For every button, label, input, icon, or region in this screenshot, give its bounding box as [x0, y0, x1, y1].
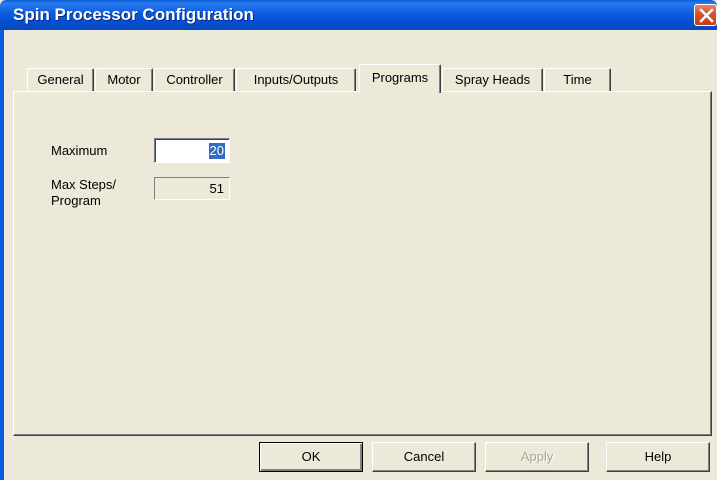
- max-steps-field: 51: [154, 177, 230, 200]
- ok-button-label: OK: [301, 449, 321, 464]
- max-steps-label-program: Program: [51, 193, 101, 208]
- cancel-button-label: Cancel: [403, 449, 445, 464]
- tab-spray-heads[interactable]: Spray Heads: [442, 68, 543, 92]
- ok-button[interactable]: OK: [259, 442, 363, 472]
- tab-time[interactable]: Time: [544, 68, 611, 92]
- help-button-label: Help: [644, 449, 672, 464]
- maximum-input[interactable]: 20: [154, 138, 230, 163]
- window-frame: [0, 30, 4, 480]
- close-icon: [699, 8, 714, 23]
- maximum-label: Maximum: [51, 143, 108, 158]
- tab-inputs-outputs[interactable]: Inputs/Outputs: [236, 68, 356, 92]
- tab-general[interactable]: General: [27, 68, 94, 92]
- programs-tab-panel: [13, 91, 712, 436]
- cancel-button[interactable]: Cancel: [372, 442, 476, 472]
- maximum-value: 20: [208, 143, 225, 159]
- title-bar[interactable]: Spin Processor Configuration: [0, 0, 717, 30]
- apply-button-label: Apply: [520, 449, 554, 464]
- max-steps-label: Max Steps/: [51, 177, 117, 192]
- close-button[interactable]: [694, 4, 717, 26]
- dialog-window: Spin Processor Configuration General Mot…: [0, 0, 717, 480]
- tab-motor[interactable]: Motor: [95, 68, 153, 92]
- tab-programs[interactable]: Programs: [359, 64, 441, 93]
- help-button[interactable]: Help: [606, 442, 710, 472]
- apply-button[interactable]: Apply: [485, 442, 589, 472]
- window-title: Spin Processor Configuration: [13, 5, 254, 24]
- tab-controller[interactable]: Controller: [154, 68, 235, 92]
